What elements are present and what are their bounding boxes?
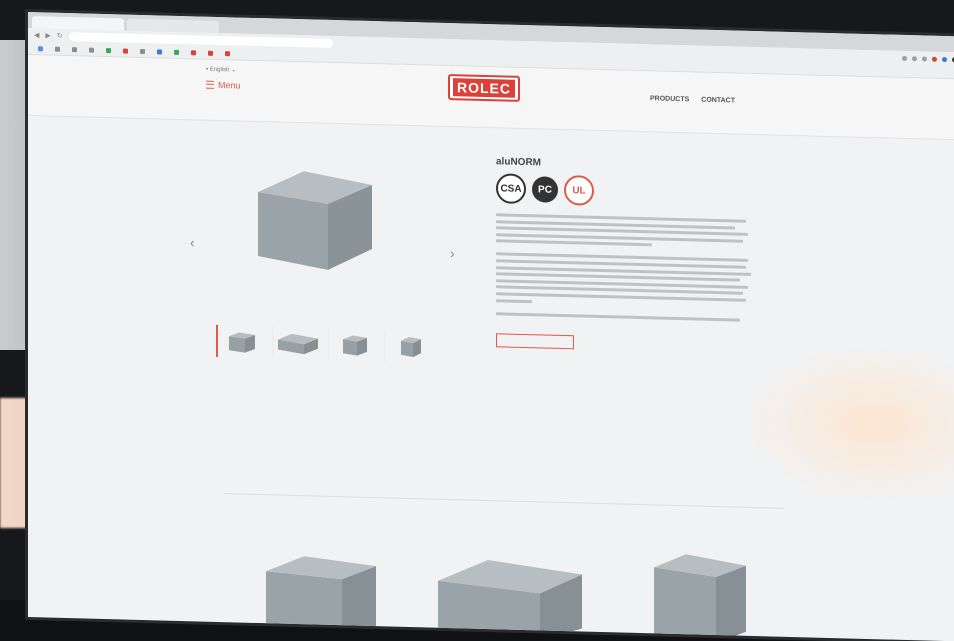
bookmark-item[interactable] (106, 47, 113, 53)
bookmark-favicon-icon (157, 48, 162, 55)
reload-icon[interactable]: ↻ (57, 32, 63, 40)
extension-icon[interactable] (942, 56, 947, 62)
bookmark-item[interactable] (72, 46, 79, 52)
thumbnail[interactable] (384, 329, 434, 363)
bookmark-item[interactable] (38, 45, 45, 51)
bookmark-item[interactable] (191, 49, 198, 55)
bookmark-favicon-icon (140, 48, 145, 54)
screen-glare (743, 340, 954, 507)
bookmark-favicon-icon (72, 46, 77, 52)
thumbnail[interactable] (216, 324, 266, 359)
thumbnail-image (278, 333, 318, 355)
variant-image[interactable] (646, 543, 756, 641)
certification-logos: CSA PC UL (496, 173, 766, 210)
variant-image[interactable] (256, 543, 386, 637)
product-main-image (258, 171, 372, 270)
gallery-next-icon[interactable]: › (450, 245, 455, 261)
thumbnail-image (343, 335, 367, 356)
product-gallery: ‹ › (188, 144, 458, 391)
extension-icon[interactable] (902, 55, 907, 61)
language-label: English (209, 66, 230, 74)
utility-links (638, 79, 658, 80)
nav-products[interactable]: PRODUCTS (650, 95, 689, 103)
browser-tab[interactable] (32, 16, 124, 31)
bookmark-favicon-icon (208, 50, 213, 56)
bookmark-favicon-icon (55, 46, 60, 52)
bookmark-favicon-icon (174, 49, 179, 55)
chevron-down-icon: ⌄ (231, 67, 237, 74)
product-info: aluNORM CSA PC UL (496, 156, 766, 354)
bookmark-item[interactable] (157, 48, 164, 55)
thumbnail[interactable] (272, 326, 322, 360)
bookmark-item[interactable] (140, 48, 147, 54)
flag-icon: ▪ (206, 66, 209, 73)
product-title: aluNORM (496, 156, 541, 169)
bookmark-item[interactable] (55, 46, 62, 52)
csa-certification-icon: CSA (496, 173, 526, 205)
bookmark-favicon-icon (89, 47, 94, 53)
logo-text: ROLEC (453, 78, 515, 98)
nav-contact[interactable]: CONTACT (701, 97, 735, 105)
bookmark-favicon-icon (123, 47, 128, 54)
bookmark-favicon-icon (225, 50, 230, 56)
main-nav: PRODUCTS CONTACT (650, 95, 735, 104)
bookmark-favicon-icon (106, 47, 111, 53)
description-paragraph (496, 213, 756, 249)
thumbnail-image (401, 336, 421, 358)
cta-button[interactable] (496, 332, 574, 349)
gallery-prev-icon[interactable]: ‹ (190, 234, 195, 250)
menu-label: Menu (218, 79, 241, 91)
extension-icon[interactable] (922, 55, 927, 62)
thumbnail[interactable] (328, 327, 378, 362)
browser-tab[interactable] (127, 18, 219, 34)
forward-icon[interactable]: ▶ (45, 31, 50, 39)
variant-image[interactable] (430, 541, 590, 641)
bookmark-item[interactable] (208, 50, 215, 56)
description-paragraph (496, 252, 756, 309)
description-paragraph (496, 311, 756, 322)
bookmark-item[interactable] (123, 47, 130, 54)
menu-button[interactable]: Menu (206, 80, 241, 91)
monitor-screen: ◀ ▶ ↻ ▪ English ⌄ Menu ROLEC PRODUCTS CO… (28, 12, 954, 641)
bookmark-item[interactable] (225, 50, 232, 56)
rolec-logo[interactable]: ROLEC (448, 73, 520, 102)
bookmark-item[interactable] (174, 49, 181, 55)
extension-icon[interactable] (932, 56, 937, 62)
bookmark-favicon-icon (38, 45, 43, 51)
extension-icon[interactable] (912, 55, 917, 61)
language-selector[interactable]: ▪ English ⌄ (206, 66, 236, 74)
thumbnail-image (229, 332, 255, 353)
back-icon[interactable]: ◀ (34, 31, 39, 39)
extensions-area (902, 55, 954, 62)
hamburger-icon (206, 80, 214, 89)
product-tabs (224, 475, 784, 509)
pc-certification-icon: PC (532, 176, 558, 203)
thumbnail-strip (216, 324, 434, 363)
bookmark-favicon-icon (191, 49, 196, 55)
bookmark-item[interactable] (89, 47, 96, 53)
ul-certification-icon: UL (564, 175, 594, 206)
